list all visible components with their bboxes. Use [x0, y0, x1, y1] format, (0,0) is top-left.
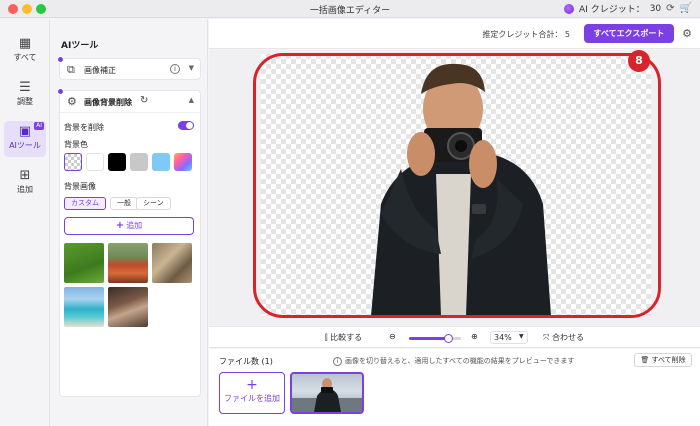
remove-bg-toggle[interactable] [178, 121, 194, 130]
fit-icon: ⤧ [543, 333, 552, 342]
chevron-down-icon: ▼ [519, 333, 524, 340]
info-icon: i [333, 357, 342, 366]
tool-bg-remove: ⚙ 画像背景削除 ↻ ▲ 背景を削除 背景色 背景画像 カスタム 一般 シーン … [57, 88, 201, 397]
file-thumbnail[interactable] [290, 372, 364, 414]
hint-text: 画像を切り替えると、適用したすべての機能の結果をプレビューできます [345, 357, 575, 365]
estimated-credits: 推定クレジット合計： 5 [482, 29, 570, 40]
estimate-label: 推定クレジット合計： [482, 30, 563, 39]
ai-badge: AI [34, 122, 44, 130]
canvas-topbar: 推定クレジット合計： 5 すべてエクスポート ⚙ [209, 19, 700, 49]
tab-custom[interactable]: カスタム [64, 197, 106, 210]
add-background-button[interactable]: + 追加 [64, 217, 194, 235]
ai-dot-icon [57, 88, 64, 95]
zoom-slider[interactable] [409, 334, 461, 343]
file-count: ファイル数 (1) [219, 357, 273, 366]
rail-item-label: AIツール [9, 141, 41, 150]
ai-credit-icon [564, 3, 575, 14]
title-bar: 一括画像エディター AI クレジット： 30 ⟳ 🛒 [0, 0, 700, 18]
preview-hint: i 画像を切り替えると、適用したすべての機能の結果をプレビューできます [333, 356, 574, 366]
rail-item-label: 追加 [17, 185, 33, 194]
ai-tools-panel: AIツール ⧉ 画像補正 i ▼ ⚙ 画像背景削除 ↻ ▲ 背景を削除 背景色 … [51, 19, 208, 426]
zoom-slider-knob[interactable] [444, 334, 453, 343]
highlight-frame [253, 53, 661, 318]
bg-thumb-people[interactable] [108, 287, 148, 327]
fit-label: 合わせる [551, 333, 584, 342]
files-strip: ファイル数 (1) i 画像を切り替えると、適用したすべての機能の結果をプレビュー… [209, 349, 700, 426]
rail-item-label: 調整 [17, 97, 33, 106]
swatch-black[interactable] [108, 153, 126, 171]
swatch-transparent[interactable] [64, 153, 82, 171]
swatch-gradient[interactable] [174, 153, 192, 171]
rail-item-add[interactable]: ⊞ 追加 [4, 165, 46, 201]
plus-square-icon: ⊞ [19, 168, 31, 183]
rail-item-ai-tools[interactable]: AI ▣ AIツール [4, 121, 46, 157]
bg-thumb-beach[interactable] [64, 287, 104, 327]
swatch-gray[interactable] [130, 153, 148, 171]
zoom-select[interactable]: 34% ▼ [490, 331, 528, 344]
delete-all-button[interactable]: 🗑 すべて削除 [634, 353, 692, 367]
info-icon[interactable]: i [170, 64, 180, 74]
rail-item-label: すべて [13, 53, 37, 62]
tool-label: 画像背景削除 [84, 98, 132, 107]
settings-icon[interactable]: ⚙ [682, 27, 692, 40]
refresh-credits-icon[interactable]: ⟳ [666, 3, 674, 14]
grid-icon: ▦ [18, 36, 32, 51]
zoom-bar: ⫿ 比較する ⊖ ⊕ 34% ▼ ⤧ 合わせる [209, 326, 700, 348]
remove-bg-label: 背景を削除 [64, 123, 104, 132]
bg-remove-icon: ⚙ [67, 95, 77, 108]
cart-icon[interactable]: 🛒 [680, 3, 692, 14]
trash-icon: 🗑 [640, 356, 652, 364]
bg-image-label: 背景画像 [64, 182, 96, 191]
swatch-white[interactable] [86, 153, 104, 171]
bg-thumb-rocks[interactable] [152, 243, 192, 283]
bg-thumb-grass[interactable] [64, 243, 104, 283]
tool-label: 画像補正 [84, 66, 116, 75]
add-file-label: ファイルを追加 [224, 394, 280, 403]
refresh-icon[interactable]: ↻ [140, 95, 148, 106]
ai-dot-icon [57, 56, 64, 63]
panel-title: AIツール [61, 41, 99, 51]
tab-general[interactable]: 一般 [110, 197, 138, 210]
enhance-icon: ⧉ [67, 63, 75, 76]
plus-icon: + [246, 377, 258, 393]
compare-label: 比較する [330, 333, 363, 342]
rail-item-all[interactable]: ▦ すべて [4, 33, 46, 69]
add-file-button[interactable]: + ファイルを追加 [219, 372, 285, 414]
compare-button[interactable]: ⫿ 比較する [325, 332, 362, 343]
zoom-slider-fill [409, 337, 448, 340]
plus-icon: + [115, 220, 125, 231]
rail-item-adjust[interactable]: ☰ 調整 [4, 77, 46, 113]
ai-credits: AI クレジット： 30 ⟳ 🛒 [564, 2, 692, 15]
step-badge: 8 [628, 50, 650, 72]
zoom-in-icon[interactable]: ⊕ [471, 332, 478, 341]
estimate-value: 5 [564, 30, 570, 39]
export-all-button[interactable]: すべてエクスポート [584, 24, 674, 43]
left-rail: ▦ すべて ☰ 調整 AI ▣ AIツール ⊞ 追加 [0, 19, 50, 426]
bg-color-label: 背景色 [64, 140, 88, 149]
delete-all-label: すべて削除 [651, 356, 686, 364]
zoom-out-icon[interactable]: ⊖ [389, 332, 396, 341]
ai-credit-value: 30 [649, 3, 662, 14]
zoom-value: 34% [494, 333, 512, 342]
fit-button[interactable]: ⤧ 合わせる [543, 332, 584, 343]
tool-bg-remove-header[interactable]: ⚙ 画像背景削除 ↻ ▲ [57, 88, 200, 113]
ai-credit-label: AI クレジット： [579, 5, 645, 15]
thumbnail-photo [292, 378, 362, 412]
swatch-blue[interactable] [152, 153, 170, 171]
chevron-up-icon[interactable]: ▲ [189, 96, 194, 104]
sliders-icon: ☰ [19, 80, 31, 95]
bg-thumb-flowers[interactable] [108, 243, 148, 283]
chevron-down-icon[interactable]: ▼ [189, 64, 194, 72]
add-label: 追加 [126, 221, 143, 230]
tab-scene[interactable]: シーン [136, 197, 171, 210]
preview-stage: 8 [209, 50, 700, 325]
tool-image-enhance[interactable]: ⧉ 画像補正 i ▼ [57, 56, 201, 80]
